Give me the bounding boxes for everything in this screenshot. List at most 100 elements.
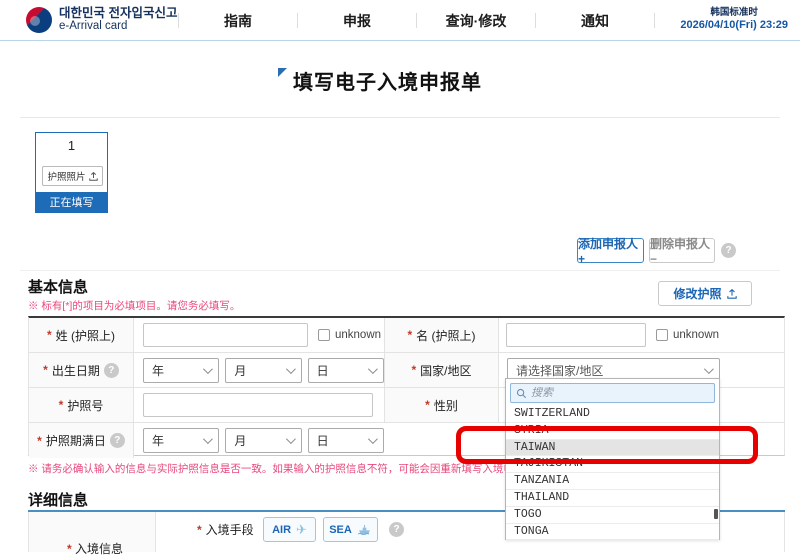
givenname-input[interactable] — [506, 323, 646, 347]
birth-month-select[interactable]: 月 — [225, 358, 301, 383]
required-mark: * — [425, 398, 430, 412]
birth-day-select[interactable]: 日 — [308, 358, 384, 383]
country-search-input[interactable] — [531, 387, 691, 399]
year-select-label: 年 — [152, 432, 164, 449]
entry-info-label-text: 入境信息 — [75, 542, 123, 556]
country-dropdown-panel: SWITZERLAND SYRIA TAIWAN TAJIKISTAN TANZ… — [505, 378, 720, 540]
month-select-label: 月 — [234, 362, 246, 379]
nav-divider — [654, 13, 655, 28]
edit-passport-button[interactable]: 修改护照 — [658, 281, 752, 306]
country-select-value: 请选择国家/地区 — [516, 362, 603, 379]
help-icon[interactable]: ? — [110, 433, 125, 448]
chevron-down-icon — [368, 364, 378, 374]
givenname-label: * 名 (护照上) — [384, 318, 499, 352]
required-mark: * — [59, 398, 64, 412]
givenname-unknown-checkbox[interactable] — [656, 329, 668, 341]
country-option-syria[interactable]: SYRIA — [506, 423, 719, 440]
country-option-taiwan[interactable]: TAIWAN — [506, 440, 719, 457]
taegeuk-logo-icon — [26, 7, 52, 33]
air-button-label: AIR — [272, 524, 291, 536]
status-badge-filling: 正在填写 — [36, 192, 107, 212]
country-label: * 国家/地区 — [384, 353, 499, 387]
help-icon[interactable]: ? — [721, 243, 736, 258]
entry-method-label: * 入境手段 — [197, 521, 254, 538]
edit-passport-label: 修改护照 — [673, 285, 721, 302]
year-select-label: 年 — [152, 362, 164, 379]
birth-year-select[interactable]: 年 — [143, 358, 219, 383]
entry-method-label-text: 入境手段 — [206, 521, 254, 538]
passport-expiry-label-text: 护照期满日 — [46, 432, 106, 449]
givenname-label-text: 名 (护照上) — [416, 327, 475, 344]
country-option-tanzania[interactable]: TANZANIA — [506, 473, 719, 490]
country-option-list: SWITZERLAND SYRIA TAIWAN TAJIKISTAN TANZ… — [506, 406, 719, 540]
table-row-name: * 姓 (护照上) unknown * 名 (护照上) unknown — [29, 318, 784, 353]
help-icon[interactable]: ? — [104, 363, 119, 378]
nav-item-declare[interactable]: 申报 — [298, 11, 416, 31]
expiry-month-select[interactable]: 月 — [225, 428, 301, 453]
entry-info-label-cell: * 入境信息 — [29, 512, 156, 552]
entry-mode-sea-button[interactable]: SEA — [323, 517, 378, 542]
required-mark: * — [411, 363, 416, 377]
sea-button-label: SEA — [329, 524, 352, 536]
divider — [20, 270, 780, 271]
entry-mode-air-button[interactable]: AIR ✈ — [263, 517, 316, 542]
required-mark: * — [67, 542, 72, 556]
gender-label: * 性别 — [384, 388, 499, 422]
chevron-down-icon — [704, 364, 714, 374]
detail-info-heading: 详细信息 — [28, 489, 88, 510]
site-logo[interactable]: 대한민국 전자입국신고 e-Arrival card — [26, 6, 177, 34]
page-title: 填写电子入境申报单 — [293, 66, 482, 95]
birthdate-label-text: 出生日期 — [52, 362, 100, 379]
add-applicant-button[interactable]: 添加申报人 + — [577, 238, 644, 263]
expiry-day-select[interactable]: 日 — [308, 428, 384, 453]
chevron-down-icon — [368, 434, 378, 444]
nav-item-guide[interactable]: 指南 — [179, 11, 297, 31]
top-header: 대한민국 전자입국신고 e-Arrival card 指南 申报 查询·修改 通… — [0, 0, 800, 41]
passport-number-label: * 护照号 — [29, 388, 134, 422]
divider — [20, 117, 780, 118]
surname-unknown-label: unknown — [335, 329, 381, 341]
title-corner-icon — [278, 68, 287, 77]
country-option-tajikistan[interactable]: TAJIKISTAN — [506, 456, 719, 473]
passport-photo-button[interactable]: 护照照片 — [42, 166, 103, 186]
help-icon[interactable]: ? — [389, 522, 404, 537]
plane-icon: ✈ — [296, 522, 307, 538]
required-mark: * — [43, 363, 48, 377]
chevron-down-icon — [286, 434, 296, 444]
time-zone-label: 韩国标准时 — [680, 7, 788, 19]
required-mark: * — [47, 328, 52, 342]
country-option-switzerland[interactable]: SWITZERLAND — [506, 406, 719, 423]
givenname-unknown-label: unknown — [673, 329, 719, 341]
passport-number-label-text: 护照号 — [67, 397, 103, 414]
country-option-tonga[interactable]: TONGA — [506, 524, 719, 541]
day-select-label: 日 — [317, 432, 329, 449]
main-nav: 指南 申报 查询·修改 通知 — [178, 0, 655, 41]
surname-label-text: 姓 (护照上) — [56, 327, 115, 344]
month-select-label: 月 — [234, 432, 246, 449]
country-option-thailand[interactable]: THAILAND — [506, 490, 719, 507]
required-mark: * — [37, 434, 42, 448]
required-mark: * — [197, 523, 202, 537]
current-datetime: 2026/04/10(Fri) 23:29 — [680, 19, 788, 33]
chevron-down-icon — [203, 434, 213, 444]
remove-applicant-button[interactable]: 删除申报人 − — [649, 238, 715, 263]
dropdown-scrollbar-thumb[interactable] — [714, 509, 718, 519]
surname-input[interactable] — [143, 323, 308, 347]
chevron-down-icon — [203, 364, 213, 374]
required-fields-note: ※ 标有[*]的项目为必填项目。请您务必填写。 — [28, 298, 240, 313]
dropdown-search-box[interactable] — [510, 383, 715, 403]
upload-icon — [727, 289, 737, 299]
nav-item-notice[interactable]: 通知 — [536, 11, 654, 31]
country-option-togo[interactable]: TOGO — [506, 507, 719, 524]
passport-number-input[interactable] — [143, 393, 373, 417]
surname-unknown-checkbox[interactable] — [318, 329, 330, 341]
expiry-year-select[interactable]: 年 — [143, 428, 219, 453]
korea-standard-time: 韩国标准时 2026/04/10(Fri) 23:29 — [680, 7, 788, 33]
ship-icon — [357, 524, 372, 535]
upload-icon — [89, 172, 98, 181]
applicant-card[interactable]: 1 护照照片 正在填写 — [35, 132, 108, 213]
passport-photo-label: 护照照片 — [47, 169, 85, 183]
applicant-number: 1 — [36, 133, 107, 153]
country-label-text: 国家/地区 — [420, 362, 471, 379]
nav-item-query-modify[interactable]: 查询·修改 — [417, 11, 535, 31]
